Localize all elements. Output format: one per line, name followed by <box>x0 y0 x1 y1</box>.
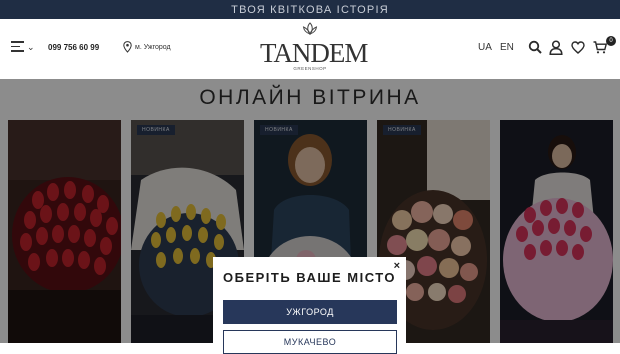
cart-icon[interactable] <box>593 41 607 54</box>
site-header: ⌄ 099 756 60 99 м. Ужгород TANDEM GREENS… <box>0 19 620 79</box>
heart-icon[interactable] <box>571 41 585 54</box>
lang-ua[interactable]: UA <box>478 42 492 53</box>
slogan-text: ТВОЯ КВІТКОВА ІСТОРІЯ <box>231 3 389 16</box>
announcement-bar: ТВОЯ КВІТКОВА ІСТОРІЯ <box>0 0 620 19</box>
location-pin-icon <box>123 41 132 53</box>
city-option-uzhhorod-button[interactable]: УЖГОРОД <box>223 300 397 324</box>
tandem-logo[interactable]: TANDEM GREENSHOP <box>255 21 368 75</box>
chevron-down-icon[interactable]: ⌄ <box>27 42 35 53</box>
city-select-modal: × ОБЕРІТЬ ВАШЕ МІСТО УЖГОРОД МУКАЧЕВО <box>213 257 406 354</box>
user-icon[interactable] <box>549 40 563 55</box>
city-selector[interactable]: м. Ужгород <box>135 44 171 51</box>
city-option-mukachevo-button[interactable]: МУКАЧЕВО <box>223 330 397 354</box>
menu-icon[interactable] <box>11 41 24 52</box>
logo-wordmark: TANDEM <box>260 38 368 68</box>
search-icon[interactable] <box>528 40 542 54</box>
tulip-logo-icon <box>302 22 318 35</box>
logo-subtitle: GREENSHOP <box>293 66 327 71</box>
modal-title: ОБЕРІТЬ ВАШЕ МІСТО <box>222 270 396 285</box>
cart-count-badge: 0 <box>606 36 616 46</box>
lang-en[interactable]: EN <box>500 42 514 53</box>
phone-number[interactable]: 099 756 60 99 <box>48 43 99 52</box>
